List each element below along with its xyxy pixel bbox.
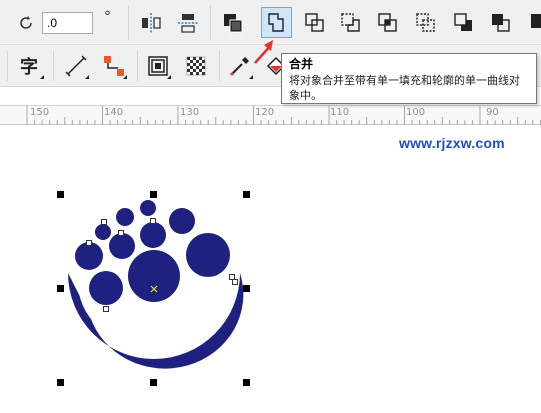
dropdown-corner-icon (249, 75, 253, 79)
combine-icon-button[interactable] (219, 9, 247, 37)
dropdown-corner-icon (123, 75, 127, 79)
separator (7, 51, 8, 81)
degree-symbol: ° (104, 9, 111, 25)
ruler-label: 100 (406, 107, 426, 118)
create-boundary-button[interactable] (526, 9, 541, 37)
dropdown-corner-icon (167, 75, 171, 79)
ruler-label: 110 (330, 107, 350, 118)
transparency-tool-button[interactable] (182, 52, 210, 80)
ruler-label: 140 (104, 107, 124, 118)
node-marker[interactable] (232, 279, 238, 285)
circle-shape (109, 233, 135, 259)
simplify-button[interactable] (412, 9, 440, 37)
tooltip-title: 合并 (289, 57, 314, 71)
node-marker[interactable] (101, 219, 107, 225)
separator (53, 51, 54, 81)
selection-handle[interactable] (243, 285, 250, 292)
circle-shape (140, 222, 166, 248)
separator (137, 51, 138, 81)
ruler-label: 120 (255, 107, 275, 118)
horizontal-ruler[interactable]: 150 140 130 120 110 100 90 (0, 105, 541, 125)
merge-button[interactable] (261, 7, 292, 38)
selection-handle[interactable] (57, 191, 64, 198)
contour-tool-button[interactable] (144, 52, 172, 80)
rotation-icon (12, 9, 40, 37)
circle-shape (140, 200, 156, 216)
ruler-label: 90 (486, 107, 499, 118)
circle-shape (186, 233, 230, 277)
selection-handle[interactable] (243, 379, 250, 386)
artwork-logo[interactable] (0, 126, 541, 413)
dropdown-corner-icon (40, 75, 44, 79)
merge-tooltip: 合并 将对象合并至带有单一填充和轮廓的单一曲线对象中。 (281, 53, 537, 104)
trim-button[interactable] (337, 9, 365, 37)
separator (128, 6, 129, 40)
text-tool-button[interactable]: 字 (17, 52, 45, 80)
selection-handle[interactable] (57, 379, 64, 386)
ruler-label: 130 (180, 107, 200, 118)
weld-button[interactable] (301, 9, 329, 37)
back-minus-front-button[interactable] (487, 9, 515, 37)
tooltip-body: 将对象合并至带有单一填充和轮廓的单一曲线对象中。 (289, 74, 520, 102)
intersect-button[interactable] (374, 9, 402, 37)
node-marker[interactable] (118, 230, 124, 236)
selection-handle[interactable] (57, 285, 64, 292)
circle-shape (89, 271, 123, 305)
separator (219, 51, 220, 81)
separator (210, 6, 211, 40)
selection-handle[interactable] (150, 191, 157, 198)
ruler-label: 150 (30, 107, 50, 118)
circle-shape (75, 242, 103, 270)
svg-text:字: 字 (20, 56, 38, 78)
mirror-vertical-button[interactable] (174, 9, 202, 37)
node-marker[interactable] (103, 306, 109, 312)
connector-tool-button[interactable] (100, 52, 128, 80)
dropdown-corner-icon (85, 75, 89, 79)
node-marker[interactable] (150, 218, 156, 224)
drawing-canvas[interactable]: www.rjzxw.com (0, 126, 541, 413)
pointer-arrow-icon (254, 40, 273, 64)
dimension-tool-button[interactable] (62, 52, 90, 80)
selection-handle[interactable] (150, 379, 157, 386)
mirror-horizontal-button[interactable] (137, 9, 165, 37)
node-marker[interactable] (86, 240, 92, 246)
circle-shape (169, 208, 195, 234)
selection-handle[interactable] (243, 191, 250, 198)
circle-shape (116, 208, 134, 226)
rotation-angle-input[interactable] (42, 12, 93, 34)
circle-shape (128, 250, 180, 302)
front-minus-back-button[interactable] (450, 9, 478, 37)
circle-shape (95, 224, 111, 240)
